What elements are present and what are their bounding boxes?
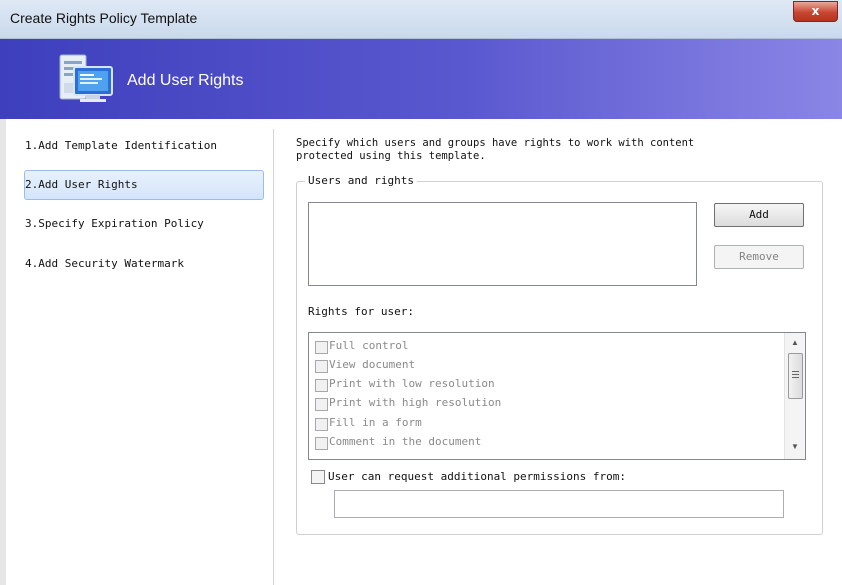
close-icon: x xyxy=(811,4,820,18)
scroll-up-icon[interactable]: ▲ xyxy=(785,335,805,351)
pane-divider xyxy=(273,129,274,585)
users-list[interactable] xyxy=(308,202,697,286)
header-banner: Add User Rights xyxy=(0,39,842,119)
page-description: Specify which users and groups have righ… xyxy=(296,137,694,163)
banner-title: Add User Rights xyxy=(127,72,244,89)
right-checkbox[interactable] xyxy=(315,418,328,431)
close-button[interactable]: x xyxy=(793,1,838,22)
remove-user-button[interactable]: Remove xyxy=(714,245,804,269)
grip-icon xyxy=(792,371,799,379)
right-checkbox[interactable] xyxy=(315,341,328,354)
rights-list[interactable]: Full control View document Print with lo… xyxy=(308,332,806,460)
request-permissions-input[interactable] xyxy=(334,490,784,518)
rights-scrollbar[interactable]: ▲ ▼ xyxy=(784,333,805,459)
right-label: Print with high resolution xyxy=(329,396,502,409)
nav-item-user-rights[interactable]: 2.Add User Rights xyxy=(25,178,138,191)
left-edge xyxy=(0,119,6,585)
description-line-2: protected using this template. xyxy=(296,150,486,162)
request-permissions-label[interactable]: User can request additional permissions … xyxy=(328,470,626,483)
right-checkbox[interactable] xyxy=(315,437,328,450)
right-label: Comment in the document xyxy=(329,435,482,448)
scroll-down-icon[interactable]: ▼ xyxy=(785,439,805,455)
nav-item-template-identification[interactable]: 1.Add Template Identification xyxy=(25,139,217,152)
title-bar[interactable]: Create Rights Policy Template x xyxy=(0,0,842,39)
dialog-window: Create Rights Policy Template x Add User… xyxy=(0,0,842,585)
users-rights-group-label: Users and rights xyxy=(305,174,417,187)
window-title: Create Rights Policy Template xyxy=(10,10,198,26)
right-checkbox[interactable] xyxy=(315,398,328,411)
right-label: Full control xyxy=(329,339,409,352)
description-line-1: Specify which users and groups have righ… xyxy=(296,137,695,149)
nav-item-expiration-policy[interactable]: 3.Specify Expiration Policy xyxy=(25,217,204,230)
right-label: View document xyxy=(329,358,416,371)
right-checkbox[interactable] xyxy=(315,360,328,373)
nav-item-security-watermark[interactable]: 4.Add Security Watermark xyxy=(25,257,184,270)
right-label: Print with low resolution xyxy=(329,377,495,390)
right-checkbox[interactable] xyxy=(315,379,328,392)
rights-for-user-label: Rights for user: xyxy=(308,305,414,318)
add-user-button[interactable]: Add xyxy=(714,203,804,227)
right-label: Fill in a form xyxy=(329,416,422,429)
computer-list-icon xyxy=(59,54,113,102)
scroll-thumb[interactable] xyxy=(788,353,803,399)
request-permissions-checkbox[interactable] xyxy=(311,470,325,484)
